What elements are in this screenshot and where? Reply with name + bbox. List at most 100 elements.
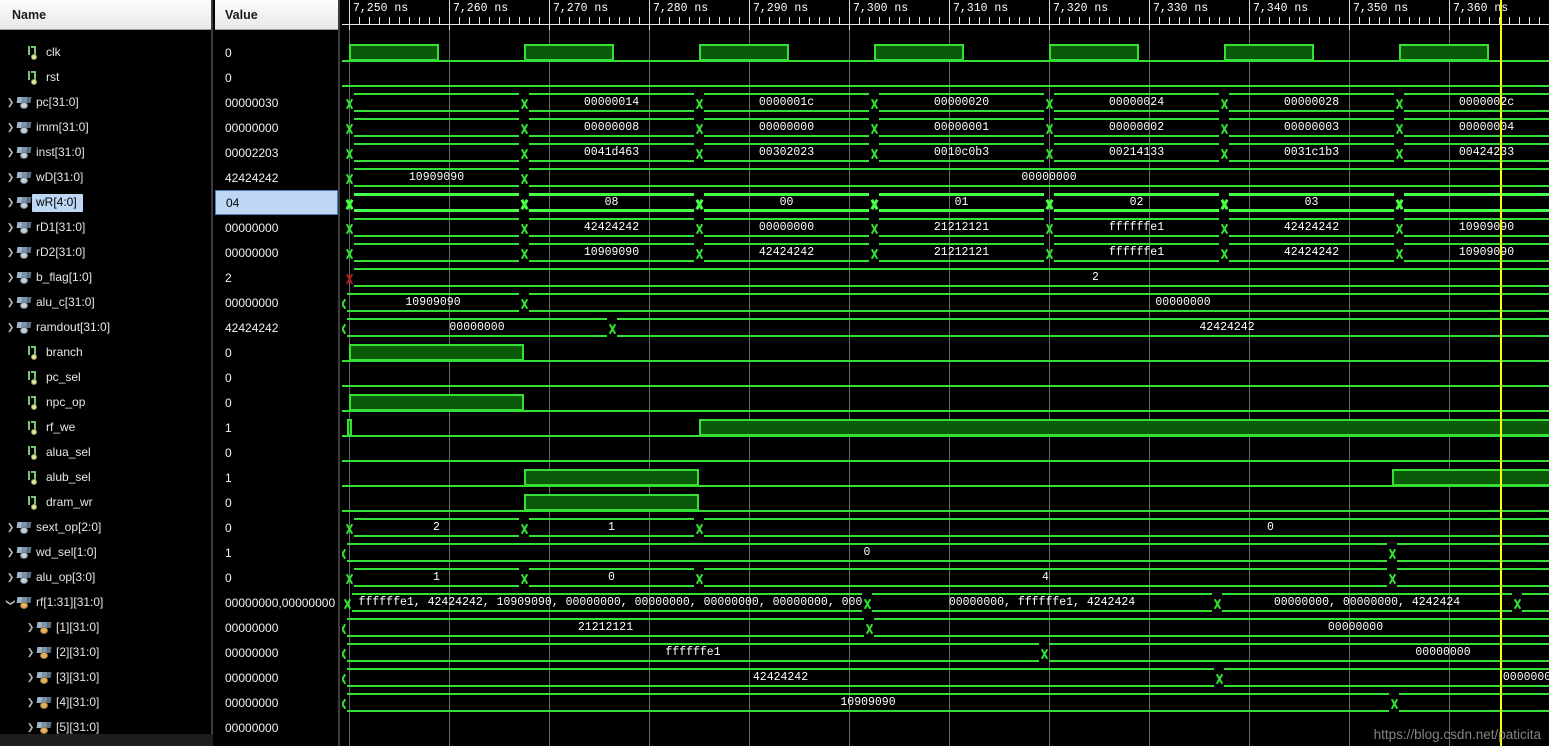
chevron-right-icon[interactable]: ❯: [4, 323, 17, 332]
signal-row-ramdout-31-0[interactable]: ❯ ramdout[31:0]: [0, 315, 211, 340]
signal-row-wr-4-0[interactable]: ❯ wR[4:0]: [0, 190, 211, 215]
signal-value-cell[interactable]: 0: [215, 340, 338, 365]
signal-value-cell[interactable]: 00002203: [215, 140, 338, 165]
signal-row-inst-31-0[interactable]: ❯ inst[31:0]: [0, 140, 211, 165]
signal-row-pc-sel[interactable]: pc_sel: [0, 365, 211, 390]
signal-value-cell[interactable]: 00000000: [215, 115, 338, 140]
chevron-right-icon[interactable]: ❯: [4, 523, 17, 532]
signal-value-cell[interactable]: 1: [215, 465, 338, 490]
signal-value-cell[interactable]: 0: [215, 440, 338, 465]
chevron-right-icon[interactable]: ❯: [4, 298, 17, 307]
chevron-right-icon[interactable]: ❯: [4, 173, 17, 182]
waveform-row[interactable]: 42424242 00000000 21212121 ffffffe1 42424242…: [342, 215, 1549, 240]
chevron-down-icon[interactable]: ❯: [6, 596, 16, 609]
signal-row-wd-sel-1-0[interactable]: ❯ wd_sel[1:0]: [0, 540, 211, 565]
chevron-right-icon[interactable]: ❯: [4, 123, 17, 132]
waveform-row[interactable]: 0041d463 00302023 0010c0b3 00214133 0031c1b3…: [342, 140, 1549, 165]
signal-row-rd1-31-0[interactable]: ❯ rD1[31:0]: [0, 215, 211, 240]
name-column-header[interactable]: Name: [0, 0, 211, 30]
chevron-right-icon[interactable]: ❯: [4, 548, 17, 557]
signal-value-cell[interactable]: 00000000: [215, 640, 338, 665]
chevron-right-icon[interactable]: ❯: [4, 98, 17, 107]
signal-value-cell[interactable]: 1: [215, 540, 338, 565]
waveform-row[interactable]: 00000014 0000001c 00000020 00000024 00000028…: [342, 90, 1549, 115]
chevron-right-icon[interactable]: ❯: [4, 273, 17, 282]
waveform-row[interactable]: [342, 365, 1549, 390]
waveform-row[interactable]: 21212121 00000000: [342, 615, 1549, 640]
waveform-row[interactable]: 10909090 42424242 21212121 ffffffe1 42424242…: [342, 240, 1549, 265]
waveform-row[interactable]: ffffffe1 00000000: [342, 640, 1549, 665]
signal-value-cell[interactable]: 1: [215, 415, 338, 440]
chevron-right-icon[interactable]: ❯: [24, 723, 37, 732]
waveform-row[interactable]: 10909090 00000000: [342, 290, 1549, 315]
waveform-row[interactable]: 4242424200000000: [342, 665, 1549, 690]
chevron-right-icon[interactable]: ❯: [4, 223, 17, 232]
waveform-row[interactable]: [342, 40, 1549, 65]
chevron-right-icon[interactable]: ❯: [4, 248, 17, 257]
signal-row-alua-sel[interactable]: alua_sel: [0, 440, 211, 465]
chevron-right-icon[interactable]: ❯: [4, 148, 17, 157]
signal-row-branch[interactable]: branch: [0, 340, 211, 365]
waveform-row[interactable]: [342, 465, 1549, 490]
time-ruler[interactable]: 7,250 ns 7,260 ns 7,270 ns 7,280 ns 7,290 ns…: [342, 0, 1549, 30]
chevron-right-icon[interactable]: ❯: [4, 573, 17, 582]
signal-row-alu-op-3-0[interactable]: ❯ alu_op[3:0]: [0, 565, 211, 590]
signal-value-cell[interactable]: 0: [215, 40, 338, 65]
signal-value-cell[interactable]: 00000030: [215, 90, 338, 115]
signal-value-cell[interactable]: 00000000: [215, 240, 338, 265]
chevron-right-icon[interactable]: ❯: [24, 698, 37, 707]
waveform-row[interactable]: [342, 415, 1549, 440]
signal-row-rd2-31-0[interactable]: ❯ rD2[31:0]: [0, 240, 211, 265]
signal-value-cell[interactable]: 0: [215, 65, 338, 90]
signal-row-rst[interactable]: rst: [0, 65, 211, 90]
signal-row--4-31-0[interactable]: ❯ [4][31:0]: [0, 690, 211, 715]
waveform-row[interactable]: 08 00 01 02 03 04: [342, 190, 1549, 215]
signal-row-npc-op[interactable]: npc_op: [0, 390, 211, 415]
chevron-right-icon[interactable]: ❯: [24, 673, 37, 682]
signal-value-cell[interactable]: 00000000: [215, 215, 338, 240]
signal-value-cell[interactable]: 42424242: [215, 315, 338, 340]
waveform-row[interactable]: 1040: [342, 565, 1549, 590]
signal-value-cell[interactable]: 0: [215, 565, 338, 590]
chevron-right-icon[interactable]: ❯: [4, 198, 17, 207]
signal-row-alub-sel[interactable]: alub_sel: [0, 465, 211, 490]
signal-value-cell[interactable]: 00000000: [215, 615, 338, 640]
signal-row--3-31-0[interactable]: ❯ [3][31:0]: [0, 665, 211, 690]
horizontal-scrollbar[interactable]: [0, 734, 213, 746]
waveform-row[interactable]: 00000008 00000000 00000001 00000002 00000003…: [342, 115, 1549, 140]
waveform-row[interactable]: 2: [342, 265, 1549, 290]
signal-value-cell[interactable]: 00000000: [215, 665, 338, 690]
signal-row-imm-31-0[interactable]: ❯ imm[31:0]: [0, 115, 211, 140]
signal-row-sext-op-2-0[interactable]: ❯ sext_op[2:0]: [0, 515, 211, 540]
signal-value-cell[interactable]: 0: [215, 490, 338, 515]
signal-row--1-31-0[interactable]: ❯ [1][31:0]: [0, 615, 211, 640]
waveform-row[interactable]: [342, 390, 1549, 415]
chevron-right-icon[interactable]: ❯: [24, 648, 37, 657]
waveform-row[interactable]: [342, 65, 1549, 90]
waveform-row[interactable]: 01: [342, 540, 1549, 565]
waveform-row[interactable]: 21212121, ffffffe1, 42424242, 10909090, …: [342, 590, 1549, 615]
waveform-row[interactable]: [342, 440, 1549, 465]
signal-value-cell[interactable]: 00000000: [215, 290, 338, 315]
signal-value-cell[interactable]: 0: [215, 365, 338, 390]
signal-row-b-flag-1-0[interactable]: ❯ b_flag[1:0]: [0, 265, 211, 290]
waveform-row[interactable]: 00000000 42424242: [342, 315, 1549, 340]
chevron-right-icon[interactable]: ❯: [24, 623, 37, 632]
waveform-row[interactable]: 10909090 00000000: [342, 690, 1549, 715]
signal-row-dram-wr[interactable]: dram_wr: [0, 490, 211, 515]
signal-row-rf-we[interactable]: rf_we: [0, 415, 211, 440]
signal-value-cell[interactable]: 00000000: [215, 690, 338, 715]
value-column-header[interactable]: Value: [215, 0, 338, 30]
waveform-row[interactable]: [342, 490, 1549, 515]
signal-row-clk[interactable]: clk: [0, 40, 211, 65]
signal-value-cell[interactable]: 0: [215, 390, 338, 415]
waveform-row[interactable]: 109090900000000042424242: [342, 165, 1549, 190]
waveform-pane[interactable]: 7,250 ns 7,260 ns 7,270 ns 7,280 ns 7,290 ns…: [342, 0, 1549, 746]
time-cursor[interactable]: [1500, 0, 1502, 746]
signal-value-cell[interactable]: 04: [215, 190, 338, 215]
signal-row-pc-31-0[interactable]: ❯ pc[31:0]: [0, 90, 211, 115]
signal-value-cell[interactable]: 00000000: [215, 715, 338, 740]
waveform-row[interactable]: 210: [342, 515, 1549, 540]
signal-value-cell[interactable]: 2: [215, 265, 338, 290]
signal-value-cell[interactable]: 42424242: [215, 165, 338, 190]
